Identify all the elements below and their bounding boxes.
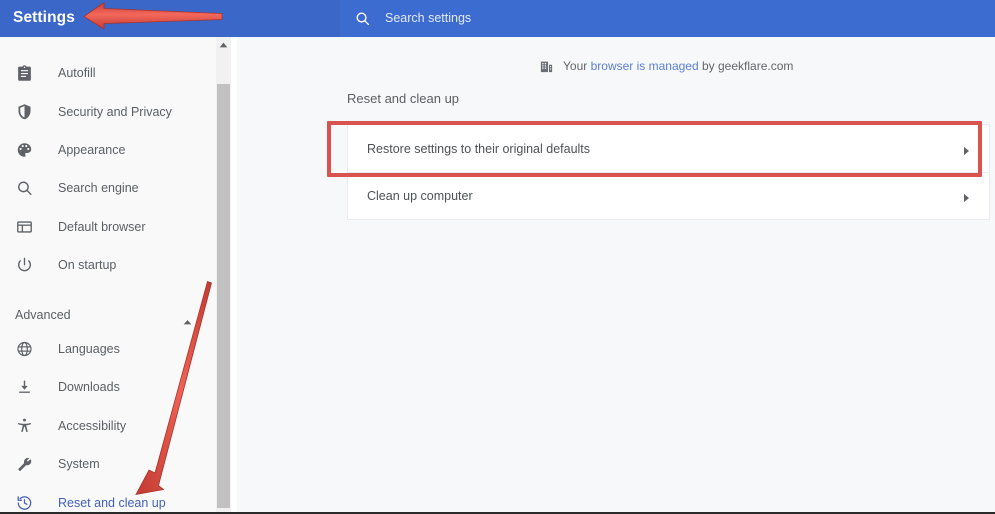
sidebar-item-label: Accessibility <box>58 419 127 433</box>
search-settings-field[interactable]: Search settings <box>340 0 995 37</box>
browser-window-icon <box>15 218 34 237</box>
power-icon <box>15 256 34 275</box>
reset-and-clean-up-card: Restore settings to their original defau… <box>347 124 990 220</box>
sidebar-item-label: Appearance <box>58 143 126 157</box>
chevron-right-icon[interactable] <box>962 191 971 203</box>
sidebar-item-search-engine[interactable]: Search engine <box>0 169 216 207</box>
magnifier-icon <box>15 179 34 198</box>
sidebar-item-autofill[interactable]: Autofill <box>0 54 216 92</box>
sidebar-item-downloads[interactable]: Downloads <box>0 368 216 406</box>
sidebar-item-accessibility[interactable]: Accessibility <box>0 407 216 445</box>
wrench-icon <box>15 455 34 474</box>
sidebar-item-label: Search engine <box>58 181 139 195</box>
sidebar-item-security-and-privacy[interactable]: Security and Privacy <box>0 93 216 131</box>
sidebar-item-label: Autofill <box>58 66 96 80</box>
chevron-up-icon[interactable] <box>182 313 193 325</box>
managed-prefix: Your <box>563 59 591 73</box>
sidebar-item-label: System <box>58 457 100 471</box>
chevron-right-icon[interactable] <box>962 143 971 155</box>
managed-suffix: by geekflare.com <box>698 59 794 73</box>
scrollbar-up-arrow-icon[interactable] <box>216 37 231 53</box>
section-heading: Reset and clean up <box>347 91 460 106</box>
content-surface: Your browser is managed by geekflare.com… <box>237 37 995 512</box>
row-restore-settings-to-defaults[interactable]: Restore settings to their original defau… <box>348 125 989 172</box>
row-label: Clean up computer <box>367 189 473 203</box>
palette-icon <box>15 141 34 160</box>
sidebar-item-default-browser[interactable]: Default browser <box>0 208 216 246</box>
accessibility-person-icon <box>15 417 34 436</box>
search-icon <box>355 11 370 26</box>
sidebar-item-label: Reset and clean up <box>58 496 166 510</box>
page-title: Settings <box>13 9 75 26</box>
managed-notice-text: Your browser is managed by geekflare.com <box>563 59 793 73</box>
sidebar-item-label: Default browser <box>58 220 146 234</box>
scrollbar-thumb[interactable] <box>217 84 230 508</box>
settings-sidebar: Autofill Security and Privacy Appearance <box>0 37 216 512</box>
sidebar-scrollbar[interactable] <box>216 37 231 512</box>
top-bar: Settings Search settings <box>0 0 995 37</box>
settings-window: Settings Search settings Autofill Securi… <box>0 0 995 514</box>
main-content: Your browser is managed by geekflare.com… <box>231 37 995 512</box>
browser-is-managed-link[interactable]: browser is managed <box>591 59 699 73</box>
sidebar-item-languages[interactable]: Languages <box>0 330 216 368</box>
sidebar-item-label: Security and Privacy <box>58 105 172 119</box>
sidebar-item-label: Languages <box>58 342 120 356</box>
row-clean-up-computer[interactable]: Clean up computer <box>348 172 989 219</box>
clipboard-icon <box>15 64 34 83</box>
sidebar-item-label: On startup <box>58 258 117 272</box>
sidebar-item-on-startup[interactable]: On startup <box>0 246 216 284</box>
enterprise-building-icon <box>539 59 554 74</box>
sidebar-item-system[interactable]: System <box>0 445 216 483</box>
sidebar-section-label: Advanced <box>15 308 71 322</box>
download-icon <box>15 378 34 397</box>
sidebar-item-reset-and-clean-up[interactable]: Reset and clean up <box>0 484 216 512</box>
sidebar-item-label: Downloads <box>58 380 120 394</box>
sidebar-item-appearance[interactable]: Appearance <box>0 131 216 169</box>
globe-icon <box>15 340 34 359</box>
search-input-placeholder[interactable]: Search settings <box>385 11 471 25</box>
history-restore-icon <box>15 494 34 513</box>
sidebar-section-advanced[interactable]: Advanced <box>0 302 216 332</box>
managed-browser-notice: Your browser is managed by geekflare.com <box>539 57 793 75</box>
shield-icon <box>15 103 34 122</box>
row-label: Restore settings to their original defau… <box>367 141 591 156</box>
